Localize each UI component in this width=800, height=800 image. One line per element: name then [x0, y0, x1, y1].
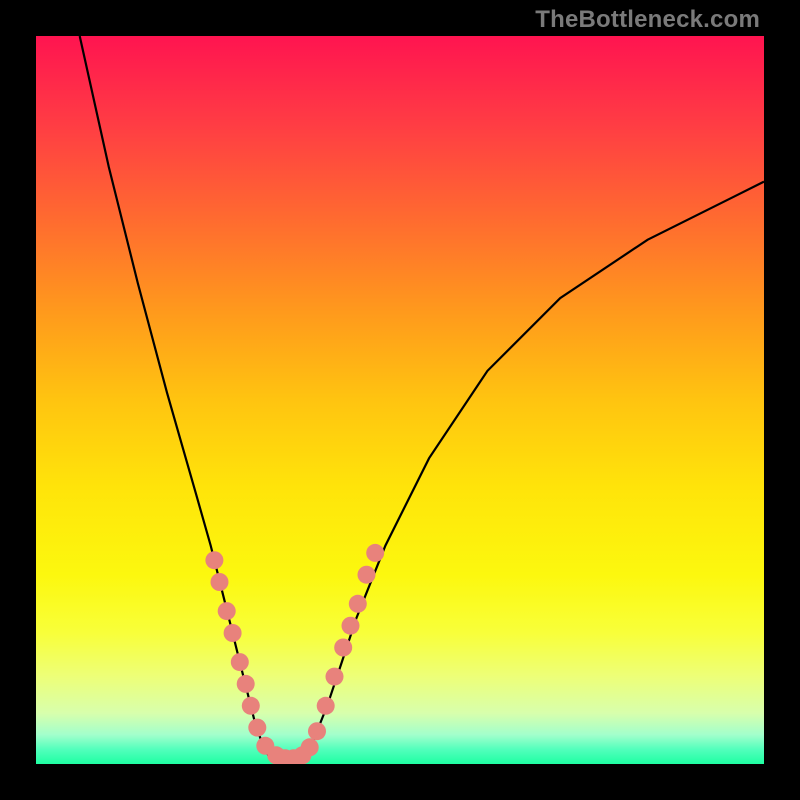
marker-dot [326, 668, 344, 686]
marker-dot [317, 697, 335, 715]
marker-dot [237, 675, 255, 693]
marker-dot [205, 551, 223, 569]
marker-dot [248, 719, 266, 737]
watermark-text: TheBottleneck.com [535, 6, 760, 34]
marker-dot [334, 639, 352, 657]
marker-dot [218, 602, 236, 620]
marker-dot [308, 722, 326, 740]
marker-dot [358, 566, 376, 584]
chart-frame: TheBottleneck.com [0, 0, 800, 800]
marker-dot [342, 617, 360, 635]
plot-area [36, 36, 764, 764]
marker-dot [231, 653, 249, 671]
marker-dot [301, 738, 319, 756]
marker-dot [366, 544, 384, 562]
marker-dot [242, 697, 260, 715]
marker-dot [349, 595, 367, 613]
marker-group [205, 544, 384, 764]
bottleneck-curve [80, 36, 764, 762]
marker-dot [224, 624, 242, 642]
chart-svg [36, 36, 764, 764]
marker-dot [211, 573, 229, 591]
